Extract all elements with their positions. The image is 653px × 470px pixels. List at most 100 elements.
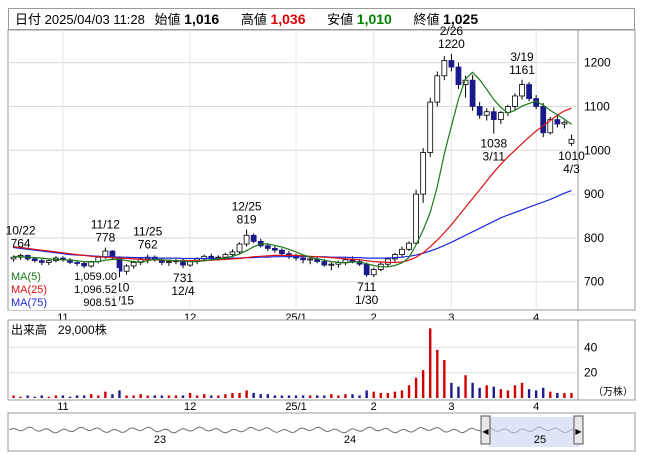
candle-body: [399, 248, 405, 255]
volume-bar: [393, 391, 397, 398]
volume-bar: [520, 382, 524, 398]
volume-bar: [534, 390, 538, 398]
left-handle-icon: ◀: [482, 427, 489, 436]
volume-bar: [570, 392, 573, 398]
annotation-value: 1220: [438, 37, 465, 51]
candle-body: [497, 112, 504, 121]
volume-bar: [252, 392, 255, 398]
candle-body: [279, 249, 285, 255]
legend-label: MA(5): [11, 271, 41, 283]
annotation-date: 2/26: [440, 24, 464, 38]
candle-body: [38, 260, 45, 263]
volume-bar: [153, 395, 156, 398]
candle-body: [427, 101, 434, 153]
candle-body: [512, 95, 518, 107]
volume-bar: [485, 385, 488, 398]
volume-bar: [245, 390, 248, 398]
candle-body: [342, 259, 349, 263]
volume-bar: [160, 395, 164, 398]
annotation-date: 10/22: [6, 224, 36, 238]
volume-bar: [471, 382, 474, 398]
volume-bar: [450, 382, 453, 398]
volume-bar: [429, 328, 432, 398]
volume-bar: [259, 394, 262, 398]
legend-value: 908.51: [83, 297, 117, 309]
candle-body: [406, 242, 412, 250]
volume-bar: [26, 395, 29, 398]
candle-body: [74, 262, 80, 264]
volume-bar: [513, 385, 517, 398]
candle-body: [250, 234, 257, 242]
candle-body: [554, 119, 561, 125]
volume-bar: [203, 394, 206, 398]
annotation-date: 1/30: [355, 293, 379, 307]
candle-body: [490, 111, 497, 121]
volume-bar: [372, 391, 375, 398]
candle-body: [370, 269, 377, 276]
candle-body: [208, 255, 215, 259]
candle-body: [236, 243, 243, 253]
annotation-value: 731: [173, 271, 193, 285]
volume-bar: [379, 392, 382, 398]
volume-bar: [280, 395, 284, 398]
volume-bar: [40, 395, 43, 398]
volume-bar: [210, 395, 213, 398]
volume-bar: [556, 392, 559, 398]
volume-bar: [118, 390, 121, 398]
y-tick-label: 700: [584, 275, 604, 289]
candle-body: [469, 79, 476, 107]
candle-body: [413, 193, 419, 244]
candle-body: [321, 261, 328, 266]
legend-value: 1,059.00: [74, 271, 117, 283]
volume-bar: [90, 394, 93, 398]
legend-label: MA(75): [11, 297, 47, 309]
stock-chart-widget: 日付 2025/04/03 11:28 始値 1,016 高値 1,036 安値…: [0, 0, 653, 470]
volume-unit: （万株）: [593, 385, 633, 398]
volume-bar: [75, 395, 79, 398]
volume-x-tick-label: 25/1: [285, 401, 306, 413]
volume-bar: [125, 395, 128, 398]
volume-bar: [188, 392, 192, 398]
volume-bar: [400, 390, 404, 398]
volume-bar: [266, 394, 269, 398]
candle-body: [540, 106, 547, 134]
volume-bar: [337, 395, 340, 398]
candle-body: [328, 263, 335, 266]
volume-bar: [308, 395, 312, 398]
annotation-value: 764: [11, 237, 31, 251]
volume-bar: [47, 396, 51, 398]
candle-body: [561, 121, 568, 125]
y-tick-label: 1000: [584, 143, 611, 157]
annotation-value: 1038: [480, 137, 507, 151]
volume-bar: [499, 389, 503, 398]
y-tick-label: 1200: [584, 56, 611, 70]
volume-bar: [330, 394, 333, 398]
volume-bar: [436, 349, 439, 398]
annotation-value: 1010: [558, 149, 585, 163]
volume-bar: [443, 360, 446, 398]
volume-tick-label: 40: [584, 340, 598, 354]
candle-body: [420, 152, 427, 195]
y-tick-label: 1100: [584, 99, 610, 113]
candle-body: [243, 234, 250, 245]
annotation-date: 11/12: [91, 218, 120, 232]
volume-bar: [542, 387, 545, 398]
navigator-year-label: 23: [154, 434, 166, 446]
candle-body: [455, 66, 462, 85]
annotation-date: 4/3: [563, 162, 580, 176]
legend-label: MA(25): [11, 284, 47, 296]
volume-value: 29,000株: [58, 322, 107, 337]
volume-bar: [104, 391, 107, 398]
volume-x-tick-label: 12: [184, 401, 196, 413]
volume-bar: [457, 386, 460, 398]
annotation-date: 12/4: [171, 284, 195, 298]
volume-bar: [181, 395, 185, 398]
volume-x-tick-label: 3: [448, 401, 454, 413]
volume-bar: [238, 392, 241, 398]
candle-body: [300, 257, 306, 261]
volume-bar: [414, 377, 418, 398]
candle-body: [264, 245, 271, 249]
volume-x-tick-label: 4: [533, 401, 539, 413]
volume-bar: [68, 396, 72, 398]
volume-bar: [273, 395, 277, 398]
